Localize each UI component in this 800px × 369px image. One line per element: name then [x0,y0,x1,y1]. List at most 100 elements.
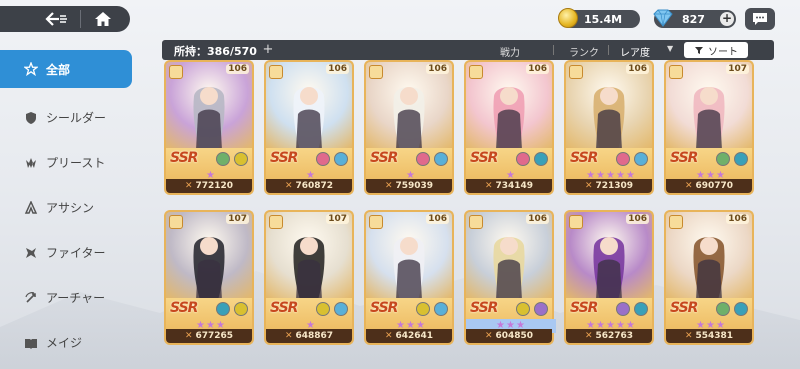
card-info: SSR ★★★ ✕ 642641 [364,298,454,345]
mage-icon [24,336,38,350]
combat-power: ✕ 604850 [466,329,552,343]
character-card[interactable]: 107 SSR ★★★ ✕ 690770 [664,60,754,195]
character-figure [393,87,425,148]
card-info: SSR ★ ✕ 772120 [164,148,254,195]
class-icon [269,65,283,79]
sidebar-item-all[interactable]: 全部 [0,50,132,88]
element-icon [534,152,548,166]
rarity-label: SSR [670,150,698,166]
class-icon [369,215,383,229]
card-info: SSR ★ ✕ 759039 [364,148,454,195]
crossed-swords-icon: ✕ [384,181,393,191]
home-icon [95,12,111,26]
character-portrait: 106 [664,210,754,298]
sort-button[interactable]: ソート [684,42,748,58]
character-card[interactable]: 107 SSR ★ ✕ 648867 [264,210,354,345]
character-card[interactable]: 106 SSR ★★★ ✕ 604850 [464,210,556,345]
divider [608,45,609,55]
priest-icon [24,156,38,170]
combat-power: ✕ 759039 [366,179,452,193]
combat-power: ✕ 642641 [366,329,452,343]
element-icon [316,152,330,166]
class-filter-sidebar: 全部 シールダー プリースト アサシン ファイター アーチャー メイジ [0,50,132,365]
class-icon [169,65,183,79]
character-portrait: 107 [164,210,254,298]
combat-power: ✕ 734149 [466,179,552,193]
level-label: 106 [626,214,649,224]
combat-power: ✕ 677265 [166,329,252,343]
sidebar-item-shielder[interactable]: シールダー [0,95,132,140]
sort-rank-button[interactable]: ランク [569,44,599,59]
element-icon [216,302,230,316]
power-value: 642641 [395,331,434,341]
element-icon [316,302,330,316]
shield-icon [24,111,38,125]
gem-counter: 827 + [653,9,736,28]
character-card[interactable]: 106 SSR ★ ✕ 772120 [164,60,254,195]
rarity-label: SSR [570,150,598,166]
add-gems-button[interactable]: + [720,12,734,26]
power-value: 562763 [595,331,634,341]
character-figure [393,237,425,298]
owned-toggle-button[interactable]: + [261,43,275,57]
character-figure [193,87,225,148]
class-icon [469,215,483,229]
rarity-label: SSR [170,300,198,316]
sidebar-item-label: 全部 [46,62,71,77]
sidebar-item-archer[interactable]: アーチャー [0,275,132,320]
element-icon [234,302,248,316]
crossed-swords-icon: ✕ [684,331,693,341]
character-figure [493,237,525,298]
character-card[interactable]: 106 SSR ★★★ ✕ 642641 [364,210,454,345]
power-value: 554381 [695,331,734,341]
element-icon [634,152,648,166]
element-icon [334,152,348,166]
crossed-swords-icon: ✕ [584,181,593,191]
chat-button[interactable] [745,8,775,30]
top-nav [0,6,130,32]
star-icon [24,62,38,76]
sidebar-item-mage[interactable]: メイジ [0,320,132,365]
coin-counter: 15.4M [558,8,640,28]
level-label: 106 [326,64,349,74]
card-info: SSR ★★★ ✕ 604850 [464,298,556,345]
character-card[interactable]: 106 SSR ★★★★★ ✕ 721309 [564,60,654,195]
nav-separator [80,10,81,28]
character-portrait: 106 [464,210,554,298]
class-icon [669,65,683,79]
sort-label: ソート [708,46,738,58]
rarity-label: SSR [170,150,198,166]
archer-icon [24,291,38,305]
sidebar-item-priest[interactable]: プリースト [0,140,132,185]
sidebar-item-assassin[interactable]: アサシン [0,185,132,230]
character-card[interactable]: 106 SSR ★ ✕ 759039 [364,60,454,195]
back-button[interactable] [42,10,72,28]
element-icon [334,302,348,316]
character-card[interactable]: 106 SSR ★ ✕ 734149 [464,60,554,195]
sort-direction-icon[interactable]: ▼ [667,44,673,53]
character-card[interactable]: 106 SSR ★★★★★ ✕ 562763 [564,210,654,345]
level-label: 106 [226,64,249,74]
coin-value: 15.4M [584,12,623,26]
character-figure [293,87,325,148]
sort-rarity-button[interactable]: レア度 [620,44,650,59]
element-icon [734,152,748,166]
element-icon [634,302,648,316]
character-figure [193,237,225,298]
sidebar-item-label: アサシン [46,201,95,215]
character-card[interactable]: 106 SSR ★★★ ✕ 554381 [664,210,754,345]
character-figure [693,237,725,298]
character-figure [593,87,625,148]
sidebar-item-fighter[interactable]: ファイター [0,230,132,275]
sidebar-item-label: ファイター [46,246,106,260]
crossed-swords-icon: ✕ [484,331,493,341]
character-card[interactable]: 107 SSR ★★★ ✕ 677265 [164,210,254,345]
filter-bar: 所持：386/570 + 戦力 ランク レア度 ▼ ソート [162,40,774,60]
sort-power-button[interactable]: 戦力 [500,44,520,59]
card-info: SSR ★★★★★ ✕ 721309 [564,148,654,195]
class-icon [569,65,583,79]
level-label: 106 [526,64,549,74]
home-button[interactable] [92,9,114,29]
rarity-label: SSR [670,300,698,316]
character-card[interactable]: 106 SSR ★ ✕ 760872 [264,60,354,195]
